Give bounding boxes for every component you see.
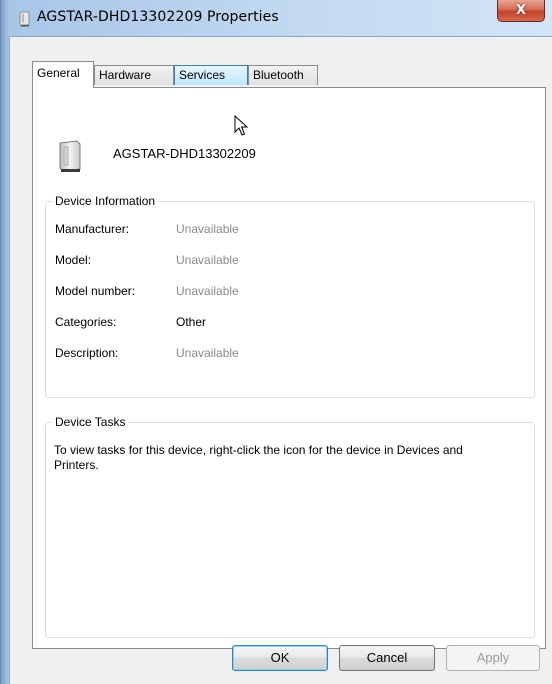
info-label: Manufacturer: bbox=[55, 222, 130, 236]
info-value: Unavailable bbox=[176, 346, 239, 360]
window-title: AGSTAR-DHD13302209 Properties bbox=[37, 9, 279, 25]
properties-window: AGSTAR-DHD13302209 Properties X General … bbox=[0, 0, 552, 684]
info-label: Model: bbox=[55, 253, 92, 267]
tab-bluetooth[interactable]: Bluetooth bbox=[248, 65, 318, 85]
close-icon: X bbox=[515, 3, 527, 18]
mouse-cursor-icon bbox=[234, 114, 249, 140]
info-label: Model number: bbox=[55, 284, 136, 298]
info-value: Unavailable bbox=[176, 253, 239, 267]
device-name: AGSTAR-DHD13302209 bbox=[113, 146, 256, 161]
info-value: Unavailable bbox=[176, 284, 239, 298]
cancel-button[interactable]: Cancel bbox=[339, 645, 435, 671]
info-value: Other bbox=[176, 315, 207, 329]
dialog-client-area: General Hardware Services Bluetooth AGST… bbox=[9, 36, 552, 684]
info-value: Unavailable bbox=[176, 222, 239, 236]
device-icon bbox=[57, 140, 83, 177]
tab-services[interactable]: Services bbox=[174, 65, 248, 85]
device-icon bbox=[19, 11, 31, 30]
title-bar[interactable]: AGSTAR-DHD13302209 Properties X bbox=[1, 0, 552, 36]
device-tasks-text: To view tasks for this device, right-cli… bbox=[54, 443, 463, 472]
device-tasks-group: Device Tasks To view tasks for this devi… bbox=[45, 415, 535, 638]
device-information-group: Device Information Manufacturer: Unavail… bbox=[45, 194, 535, 398]
device-information-legend: Device Information bbox=[55, 194, 156, 208]
general-tab-panel: AGSTAR-DHD13302209 Device Information Ma… bbox=[32, 87, 546, 649]
device-tasks-legend: Device Tasks bbox=[55, 415, 126, 429]
info-label: Description: bbox=[55, 346, 119, 360]
ok-button[interactable]: OK bbox=[232, 645, 328, 671]
close-button[interactable]: X bbox=[497, 0, 545, 22]
apply-button[interactable]: Apply bbox=[446, 645, 540, 671]
tab-general[interactable]: General bbox=[32, 61, 94, 88]
tab-hardware[interactable]: Hardware bbox=[94, 65, 174, 85]
info-label: Categories: bbox=[55, 315, 117, 329]
